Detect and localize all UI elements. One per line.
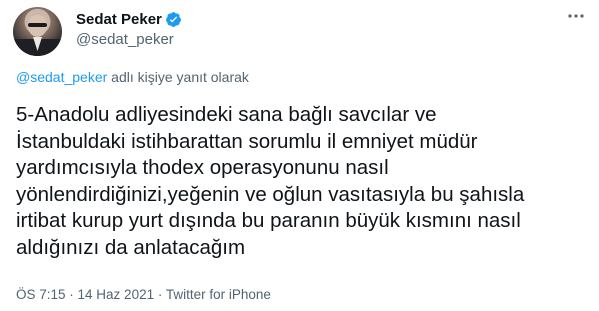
- avatar[interactable]: [13, 7, 62, 56]
- author-handle[interactable]: @sedat_peker: [76, 31, 174, 48]
- tweet: Sedat Peker @sedat_peker @sedat_peker ad…: [0, 0, 599, 311]
- reply-mention-link[interactable]: @sedat_peker: [16, 69, 107, 85]
- tweet-time-link[interactable]: ÖS 7:15: [16, 287, 66, 302]
- meta-separator: ·: [154, 287, 166, 302]
- author-name-row[interactable]: Sedat Peker: [76, 10, 182, 28]
- author-display-name[interactable]: Sedat Peker: [76, 11, 162, 28]
- avatar-glasses: [28, 23, 47, 27]
- tweet-text: 5-Anadolu adliyesindeki sana bağlı savcı…: [16, 103, 525, 259]
- reply-suffix: adlı kişiye yanıt olarak: [107, 69, 249, 85]
- tweet-date-link[interactable]: 14 Haz 2021: [78, 287, 155, 302]
- more-options-icon[interactable]: [566, 8, 586, 24]
- reply-context: @sedat_peker adlı kişiye yanıt olarak: [16, 69, 249, 85]
- tweet-source-link[interactable]: Twitter for iPhone: [166, 287, 271, 302]
- tweet-meta: ÖS 7:15 · 14 Haz 2021 · Twitter for iPho…: [16, 287, 271, 302]
- meta-separator: ·: [65, 287, 78, 302]
- verified-badge-icon: [165, 11, 181, 27]
